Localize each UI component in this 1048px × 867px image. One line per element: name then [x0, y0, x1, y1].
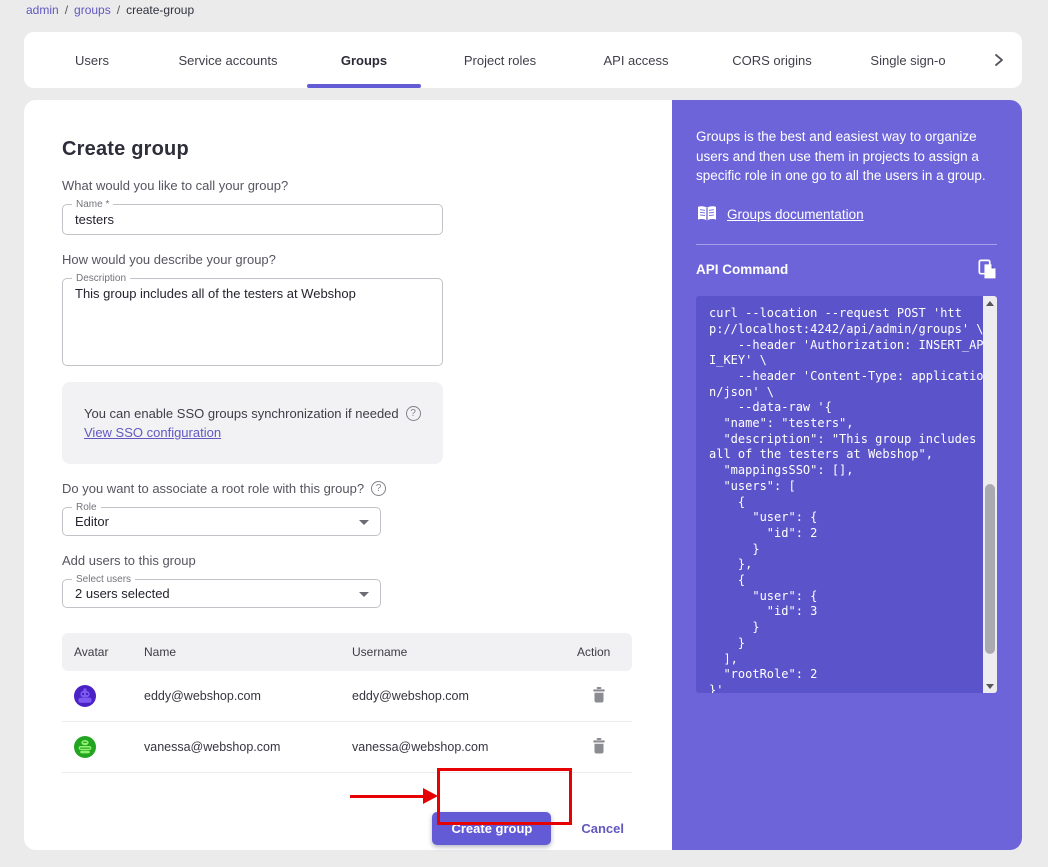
- description-question-label: How would you describe your group?: [62, 252, 276, 267]
- table-header-name: Name: [144, 645, 177, 659]
- table-header-row: Avatar Name Username Action: [62, 633, 632, 671]
- scrollbar-thumb[interactable]: [985, 484, 995, 655]
- groups-info-text: Groups is the best and easiest way to or…: [696, 129, 986, 184]
- description-field-wrapper: Description This group includes all of t…: [62, 272, 443, 366]
- remove-user-button[interactable]: [592, 686, 606, 703]
- tab-groups[interactable]: Groups: [296, 32, 432, 88]
- role-question-label: Do you want to associate a root role wit…: [62, 481, 672, 496]
- table-header-username: Username: [352, 645, 408, 659]
- create-group-form: Create group What would you like to call…: [24, 100, 672, 850]
- role-question-text: Do you want to associate a root role wit…: [62, 481, 365, 496]
- trash-icon: [593, 686, 605, 702]
- select-users-label: Select users: [72, 573, 136, 586]
- breadcrumb-admin[interactable]: admin: [26, 3, 59, 17]
- code-scrollbar[interactable]: [983, 296, 997, 694]
- breadcrumb-separator: /: [116, 3, 121, 17]
- sso-info-box: You can enable SSO groups synchronizatio…: [62, 382, 443, 464]
- name-field-label: Name *: [72, 198, 114, 211]
- view-sso-configuration-link[interactable]: View SSO configuration: [84, 425, 221, 440]
- copy-command-button[interactable]: [978, 259, 997, 280]
- tab-single-sign-on-label: Single sign-o: [870, 52, 946, 68]
- groups-documentation-link[interactable]: Groups documentation: [727, 207, 864, 222]
- user-username: eddy@webshop.com: [352, 689, 469, 703]
- name-question-label: What would you like to call your group?: [62, 178, 289, 193]
- scroll-up-button[interactable]: [983, 296, 997, 310]
- role-select[interactable]: Role Editor: [62, 501, 381, 536]
- curl-command-text: curl --location --request POST 'htt p://…: [709, 306, 984, 694]
- select-users-value: 2 users selected: [75, 586, 170, 601]
- scroll-down-button[interactable]: [983, 679, 997, 693]
- description-textarea[interactable]: This group includes all of the testers a…: [63, 279, 442, 362]
- book-icon: [698, 206, 716, 221]
- breadcrumb-separator: /: [64, 3, 69, 17]
- tab-cors-origins-label: CORS origins: [732, 52, 812, 68]
- create-group-card: Create group What would you like to call…: [24, 100, 1022, 850]
- breadcrumb: admin / groups / create-group: [26, 3, 194, 17]
- tab-service-accounts[interactable]: Service accounts: [160, 32, 296, 88]
- tab-project-roles-label: Project roles: [463, 52, 537, 68]
- breadcrumb-groups[interactable]: groups: [74, 3, 111, 17]
- sso-note-text: You can enable SSO groups synchronizatio…: [84, 406, 399, 421]
- caret-down-icon: [359, 520, 369, 525]
- tab-groups-label: Groups: [340, 52, 388, 68]
- tab-users[interactable]: Users: [24, 32, 160, 88]
- page-title: Create group: [62, 138, 189, 160]
- help-icon[interactable]: [371, 481, 387, 496]
- table-header-action: Action: [577, 645, 611, 659]
- help-icon[interactable]: [405, 406, 421, 421]
- tab-project-roles[interactable]: Project roles: [432, 32, 568, 88]
- groups-documentation-row: Groups documentation: [696, 205, 997, 223]
- select-users-dropdown[interactable]: Select users 2 users selected: [62, 573, 381, 608]
- avatar-eddy-icon: [74, 685, 96, 707]
- table-header-avatar: Avatar: [74, 645, 109, 659]
- tab-cors-origins[interactable]: CORS origins: [704, 32, 840, 88]
- cancel-button[interactable]: Cancel: [581, 821, 624, 836]
- tab-single-sign-on[interactable]: Single sign-o: [840, 32, 976, 88]
- copy-icon: [978, 259, 996, 279]
- form-actions: Create group Cancel: [62, 812, 632, 845]
- caret-down-icon: [359, 592, 369, 597]
- role-select-value: Editor: [75, 514, 109, 529]
- api-command-header: API Command: [696, 259, 997, 280]
- sidebar-divider: [696, 244, 997, 246]
- breadcrumb-current: create-group: [126, 3, 195, 17]
- user-name: vanessa@webshop.com: [144, 740, 281, 754]
- role-select-label: Role: [72, 501, 101, 514]
- tab-service-accounts-label: Service accounts: [178, 52, 278, 68]
- description-field-label: Description: [72, 272, 131, 285]
- tab-api-access[interactable]: API access: [568, 32, 704, 88]
- add-users-label: Add users to this group: [62, 553, 196, 568]
- avatar-vanessa-icon: [74, 736, 96, 758]
- name-field-wrapper: Name *: [62, 198, 443, 235]
- trash-icon: [593, 737, 605, 753]
- avatar: [74, 685, 144, 707]
- tab-api-access-label: API access: [603, 52, 669, 68]
- user-username: vanessa@webshop.com: [352, 740, 489, 754]
- avatar: [74, 736, 144, 758]
- table-row: vanessa@webshop.com vanessa@webshop.com: [62, 722, 632, 773]
- create-group-button[interactable]: Create group: [432, 812, 552, 845]
- tabs-scroll-right-button[interactable]: [976, 32, 1022, 88]
- user-name: eddy@webshop.com: [144, 689, 261, 703]
- tab-users-label: Users: [75, 52, 109, 68]
- admin-tab-bar: Users Service accounts Groups Project ro…: [24, 32, 1022, 88]
- groups-info-sidebar: Groups is the best and easiest way to or…: [672, 100, 1022, 850]
- selected-users-table: Avatar Name Username Action eddy@webshop…: [62, 633, 632, 773]
- name-input[interactable]: [63, 205, 442, 234]
- api-command-code-block: curl --location --request POST 'htt p://…: [696, 296, 997, 694]
- api-command-title: API Command: [696, 262, 789, 278]
- remove-user-button[interactable]: [592, 737, 606, 754]
- chevron-right-icon: [995, 54, 1003, 66]
- table-row: eddy@webshop.com eddy@webshop.com: [62, 671, 632, 722]
